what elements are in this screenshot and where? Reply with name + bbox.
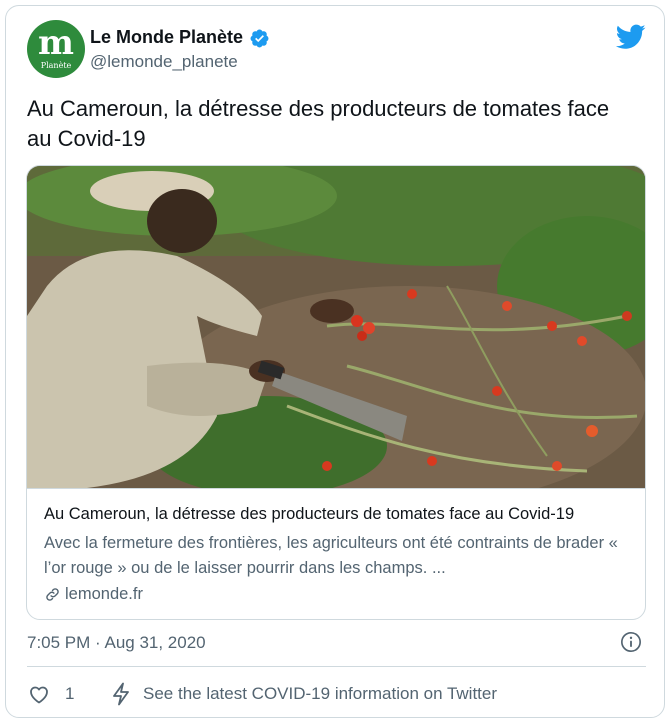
card-domain[interactable]: lemonde.fr: [44, 585, 143, 604]
info-icon[interactable]: [620, 631, 642, 653]
article-photo: [27, 166, 645, 488]
tweet-timestamp[interactable]: 7:05 PM · Aug 31, 2020: [27, 633, 206, 653]
card-description: Avec la fermeture des frontières, les ag…: [44, 534, 618, 577]
twitter-bird-icon[interactable]: [616, 24, 646, 50]
verified-badge-icon: [250, 29, 269, 48]
link-icon: [46, 588, 59, 601]
tweet-card: m Planète Le Monde Planète @lemonde_plan…: [5, 5, 665, 718]
card-title[interactable]: Au Cameroun, la détresse des producteurs…: [44, 505, 634, 524]
account-name[interactable]: Le Monde Planète: [90, 27, 243, 48]
lightning-icon: [113, 682, 129, 706]
tweet-text: Au Cameroun, la détresse des producteurs…: [27, 96, 610, 151]
heart-icon: [30, 686, 48, 704]
card-body[interactable]: Au Cameroun, la détresse des producteurs…: [27, 488, 645, 619]
like-button[interactable]: 1: [27, 682, 74, 706]
tweet-actions: 1 See the latest COVID-19 information on…: [27, 680, 646, 708]
covid-info-link[interactable]: See the latest COVID-19 information on T…: [111, 682, 497, 706]
divider: [27, 666, 646, 667]
like-count: 1: [65, 684, 75, 703]
covid-info-text: See the latest COVID-19 information on T…: [143, 684, 498, 703]
account-handle[interactable]: @lemonde_planete: [90, 52, 238, 72]
avatar-logo-subtitle: Planète: [40, 61, 72, 70]
avatar-logo-glyph: m: [38, 23, 74, 63]
link-preview-card[interactable]: Au Cameroun, la détresse des producteurs…: [26, 165, 646, 620]
card-domain-text: lemonde.fr: [65, 585, 143, 603]
avatar[interactable]: m Planète: [27, 20, 85, 78]
